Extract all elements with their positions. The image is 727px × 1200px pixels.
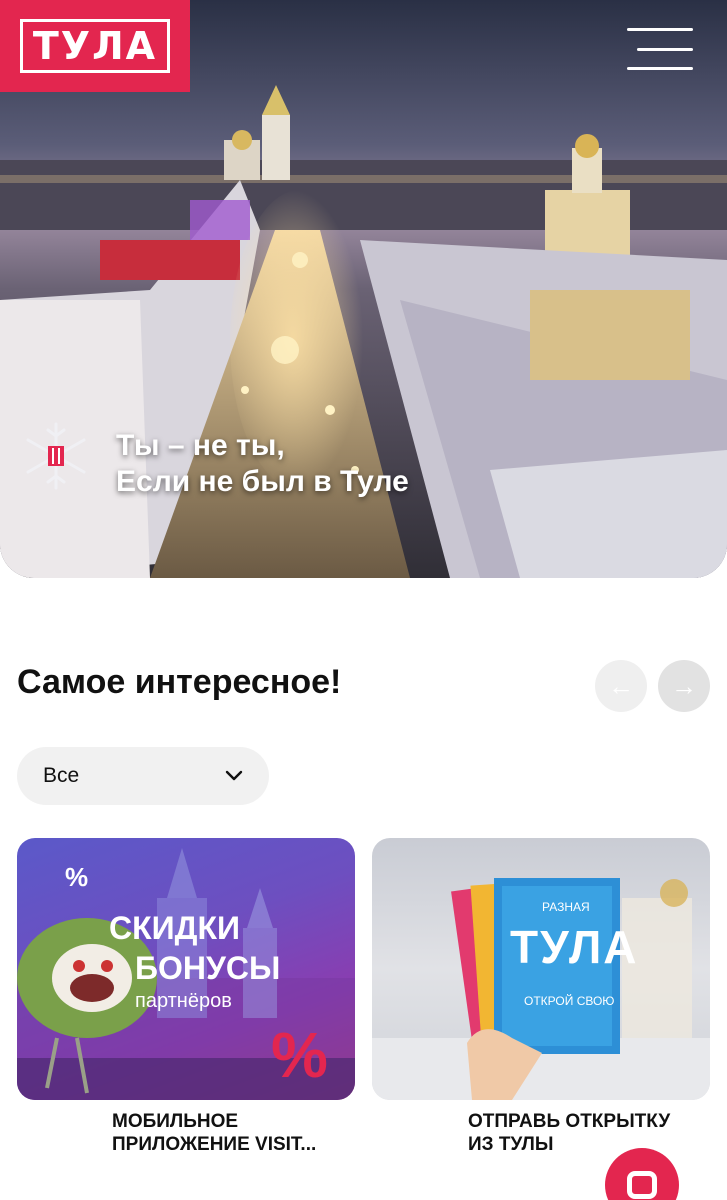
arrow-left-icon[interactable]: ← xyxy=(595,660,647,712)
snowflake-icon xyxy=(26,422,86,490)
tagline-line-2: Если не был в Туле xyxy=(116,465,409,498)
filter-value: Все xyxy=(43,764,80,787)
card-title-line-2: ПРИЛОЖЕНИЕ VISIT... xyxy=(112,1134,317,1155)
logo-text: ТУЛА xyxy=(19,19,171,73)
postcard-main-text: ТУЛА xyxy=(510,921,639,973)
card-title-line-1: МОБИЛЬНОЕ xyxy=(112,1111,239,1132)
postcard-bottom-text: ОТКРОЙ СВОЮ xyxy=(524,994,615,1008)
logo[interactable]: ТУЛА xyxy=(0,0,190,92)
card-title-line-1: ОТПРАВЬ ОТКРЫТКУ xyxy=(468,1111,671,1132)
card-postcard[interactable]: РАЗНАЯ ТУЛА ОТКРОЙ СВОЮ ОТПРАВЬ ОТКРЫТКУ… xyxy=(372,838,710,1155)
postcard-top-text: РАЗНАЯ xyxy=(542,900,590,914)
card-image: РАЗНАЯ ТУЛА ОТКРОЙ СВОЮ xyxy=(372,838,710,1100)
promo-line-3: партнёров xyxy=(135,990,232,1012)
category-filter-select[interactable]: Все xyxy=(17,747,269,805)
card-image: % СКИДКИ БОНУСЫ партнёров % xyxy=(17,838,355,1100)
tagline-line-1: Ты – не ты, xyxy=(116,429,285,462)
percent-badge-top: % xyxy=(65,862,89,892)
section-title: Самое интересное! xyxy=(17,663,342,701)
promo-line-1: СКИДКИ xyxy=(109,910,240,946)
card-mobile-app[interactable]: % СКИДКИ БОНУСЫ партнёров % МОБИЛЬНОЕ ПР… xyxy=(17,838,355,1155)
promo-line-2: БОНУСЫ xyxy=(135,950,281,986)
percent-badge-big: % xyxy=(271,1019,328,1091)
card-title: МОБИЛЬНОЕ ПРИЛОЖЕНИЕ VISIT... xyxy=(112,1110,316,1156)
chevron-down-icon xyxy=(225,770,243,781)
hero-tagline: Ты – не ты, Если не был в Туле xyxy=(116,428,409,500)
burger-menu-icon[interactable] xyxy=(627,28,693,70)
arrow-right-icon[interactable]: → xyxy=(658,660,710,712)
hero-banner[interactable]: ТУЛА Ты – не ты, Если не был в Туле xyxy=(0,0,727,578)
